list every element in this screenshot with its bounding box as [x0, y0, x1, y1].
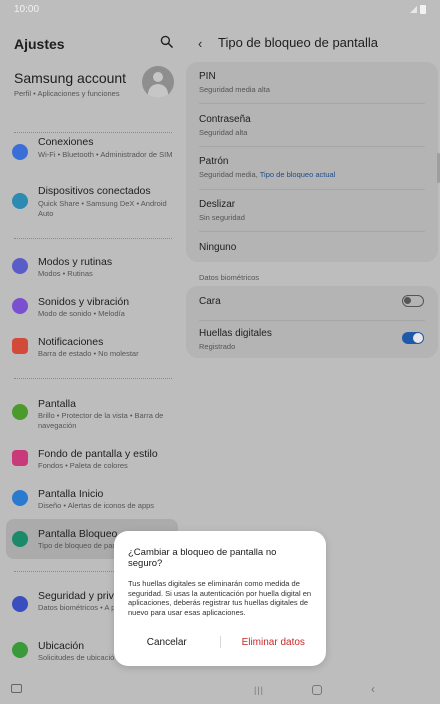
- option-label: Ninguno: [199, 242, 237, 253]
- item-label: Ubicación: [38, 640, 85, 652]
- option-sub: Sin seguridad: [199, 213, 245, 222]
- shield-icon: [12, 596, 28, 612]
- item-label: Conexiones: [38, 136, 94, 148]
- divider: [14, 238, 172, 239]
- signal-icon: [410, 5, 417, 13]
- divider: [199, 231, 425, 232]
- option-label: Huellas digitales: [199, 328, 272, 339]
- settings-item-conexiones[interactable]: Conexiones Wi-Fi • Bluetooth • Administr…: [6, 136, 178, 176]
- biometrics-card: Cara Huellas digitales Registrado: [186, 286, 438, 358]
- option-deslizar[interactable]: Deslizar Sin seguridad: [199, 199, 425, 222]
- location-icon: [12, 642, 28, 658]
- divider: [14, 132, 172, 133]
- item-label: Pantalla: [38, 398, 76, 410]
- biometric-huellas[interactable]: Huellas digitales Registrado: [199, 328, 425, 351]
- item-label: Pantalla Bloqueo: [38, 528, 118, 540]
- recent-apps-icon[interactable]: |||: [254, 685, 264, 695]
- option-sub: Seguridad media alta: [199, 85, 270, 94]
- wifi-icon: [12, 144, 28, 160]
- option-label: Patrón: [199, 156, 229, 167]
- settings-item-dispositivos-conectados[interactable]: Dispositivos conectados Quick Share • Sa…: [6, 185, 178, 225]
- wallpaper-icon: [12, 450, 28, 466]
- cancel-button[interactable]: Cancelar: [114, 637, 220, 648]
- lock-icon: [12, 531, 28, 547]
- option-label: Deslizar: [199, 199, 236, 210]
- item-sub: Diseño • Alertas de iconos de apps: [38, 501, 155, 510]
- home-icon: [12, 490, 28, 506]
- item-label: Dispositivos conectados: [38, 185, 151, 197]
- dialog-title: ¿Cambiar a bloqueo de pantalla no seguro…: [128, 547, 277, 569]
- item-label: Seguridad y priva: [38, 590, 120, 602]
- option-label: PIN: [199, 71, 216, 82]
- option-pin[interactable]: PIN Seguridad media alta: [199, 71, 425, 94]
- option-ninguno[interactable]: Ninguno: [199, 242, 425, 253]
- check-circle-icon: [12, 258, 28, 274]
- item-label: Modos y rutinas: [38, 256, 113, 268]
- system-icons: [410, 4, 426, 14]
- settings-item-fondo-pantalla[interactable]: Fondo de pantalla y estilo Fondos • Pale…: [6, 448, 178, 476]
- divider: [199, 320, 425, 321]
- avatar: [142, 66, 174, 98]
- status-bar: 10:00: [0, 0, 440, 18]
- item-label: Notificaciones: [38, 336, 104, 348]
- battery-icon: [420, 4, 426, 14]
- status-time: 10:00: [14, 3, 40, 15]
- back-nav-icon[interactable]: ‹: [371, 682, 375, 696]
- notification-icon: [12, 338, 28, 354]
- divider: [199, 103, 425, 104]
- settings-item-pantalla-inicio[interactable]: Pantalla Inicio Diseño • Alertas de icon…: [6, 488, 178, 516]
- item-label: Pantalla Inicio: [38, 488, 104, 500]
- divider: [199, 189, 425, 190]
- option-sub: Seguridad alta: [199, 128, 248, 137]
- divider: [199, 146, 425, 147]
- item-label: Sonidos y vibración: [38, 296, 130, 308]
- option-contrasena[interactable]: Contraseña Seguridad alta: [199, 114, 425, 137]
- huellas-toggle[interactable]: [402, 332, 424, 344]
- dialog-buttons: Cancelar Eliminar datos: [114, 636, 326, 648]
- samsung-account-item[interactable]: Samsung account Perfil • Aplicaciones y …: [14, 66, 176, 110]
- keyboard-icon[interactable]: [11, 684, 22, 693]
- item-sub: Brillo • Protector de la vista • Barra d…: [38, 411, 164, 430]
- item-sub: Fondos • Paleta de colores: [38, 461, 128, 470]
- settings-item-sonidos[interactable]: Sonidos y vibración Modo de sonido • Mel…: [6, 296, 178, 324]
- option-patron[interactable]: Patrón Seguridad media, Tipo de bloqueo …: [199, 156, 425, 179]
- item-sub: Quick Share • Samsung DeX • Android Auto: [38, 199, 167, 218]
- item-sub: Barra de estado • No molestar: [38, 349, 139, 358]
- devices-icon: [12, 193, 28, 209]
- item-sub: Modo de sonido • Melodía: [38, 309, 125, 318]
- biometric-cara[interactable]: Cara: [199, 296, 425, 307]
- settings-item-modos-rutinas[interactable]: Modos y rutinas Modos • Rutinas: [6, 256, 178, 284]
- insecure-lock-dialog: ¿Cambiar a bloqueo de pantalla no seguro…: [114, 531, 326, 666]
- option-sub: Registrado: [199, 342, 236, 351]
- navigation-bar: ||| ‹: [0, 676, 440, 704]
- item-label: Fondo de pantalla y estilo: [38, 448, 158, 460]
- page-title: Ajustes: [14, 36, 65, 52]
- current-lock-link: Tipo de bloqueo actual: [259, 170, 336, 179]
- dialog-body: Tus huellas digitales se eliminarán como…: [128, 579, 312, 617]
- settings-item-notificaciones[interactable]: Notificaciones Barra de estado • No mole…: [6, 336, 178, 364]
- delete-data-button[interactable]: Eliminar datos: [221, 637, 327, 648]
- speaker-icon: [12, 298, 28, 314]
- search-icon[interactable]: [160, 35, 173, 48]
- option-label: Contraseña: [199, 114, 251, 125]
- item-sub: Wi-Fi • Bluetooth • Administrador de SIM: [38, 150, 173, 159]
- home-button-icon[interactable]: [312, 685, 322, 695]
- cara-toggle[interactable]: [402, 295, 424, 307]
- option-label: Cara: [199, 296, 221, 307]
- sun-icon: [12, 404, 28, 420]
- settings-item-pantalla[interactable]: Pantalla Brillo • Protector de la vista …: [6, 398, 178, 434]
- option-sub: Seguridad media, Tipo de bloqueo actual: [199, 170, 425, 179]
- back-arrow-icon[interactable]: ‹: [198, 36, 202, 51]
- lock-options-card: PIN Seguridad media alta Contraseña Segu…: [186, 62, 438, 262]
- option-sub-text: Seguridad media,: [199, 170, 260, 179]
- item-sub: Modos • Rutinas: [38, 269, 93, 278]
- divider: [14, 378, 172, 379]
- lock-type-title: Tipo de bloqueo de pantalla: [218, 35, 378, 50]
- biometrics-header: Datos biométricos: [199, 273, 260, 282]
